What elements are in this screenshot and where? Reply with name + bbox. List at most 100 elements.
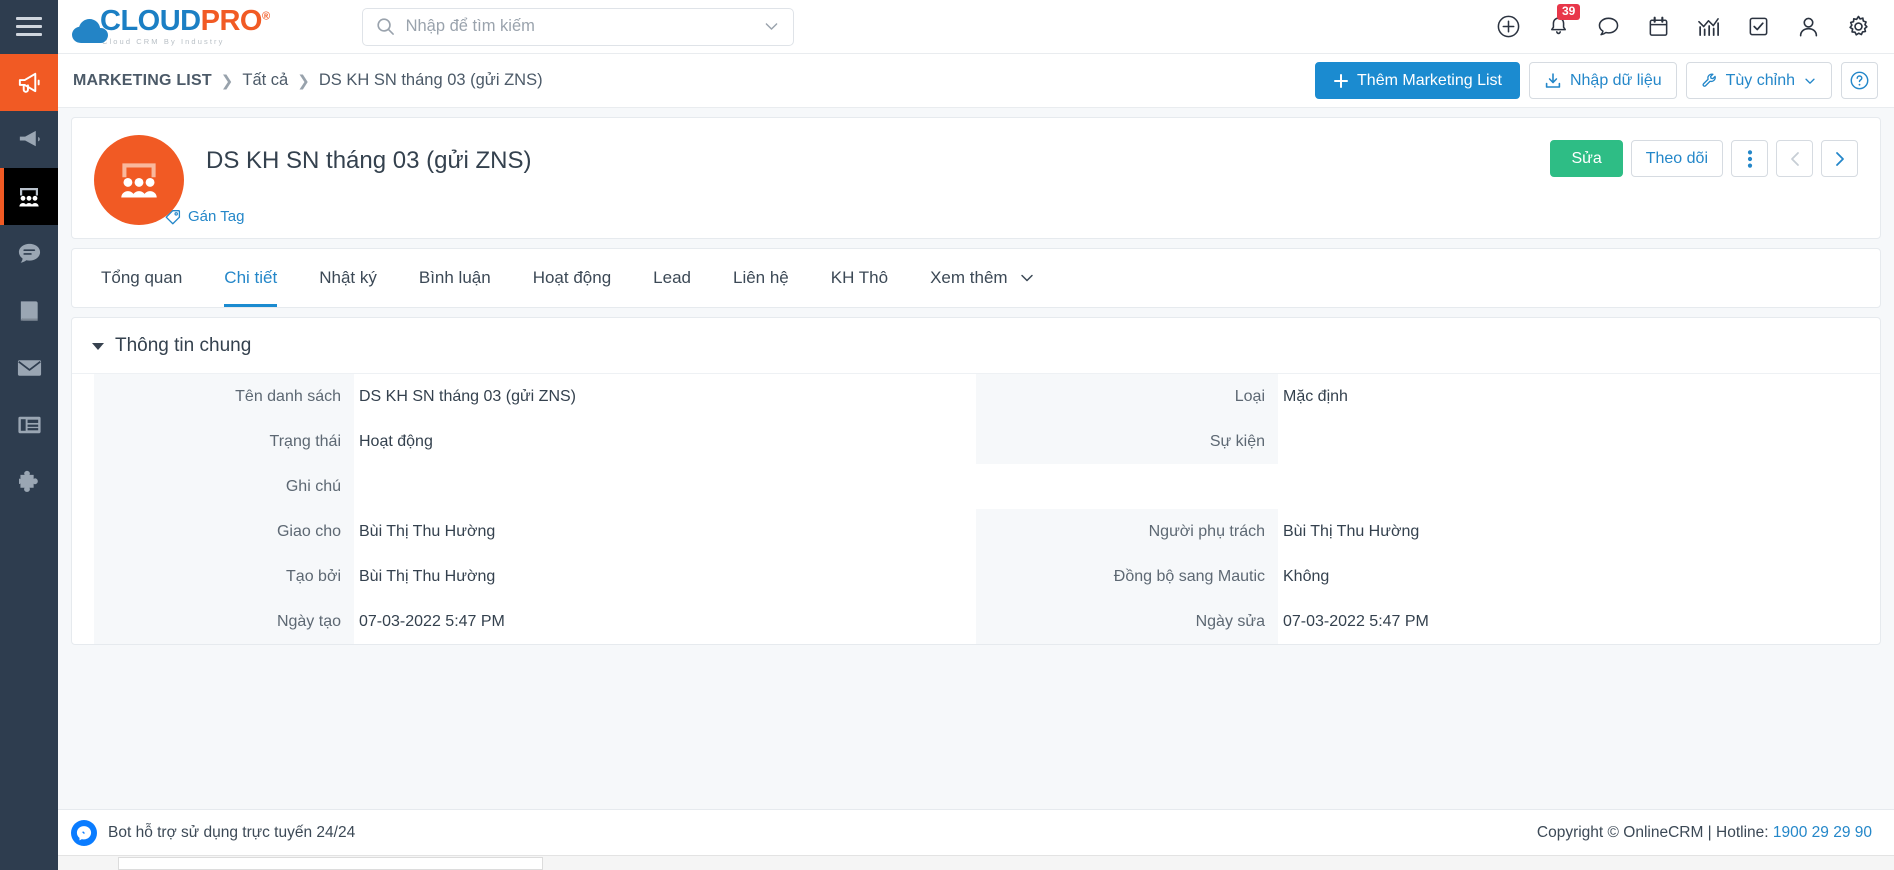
search-placeholder-text: Nhập để tìm kiếm <box>406 17 752 36</box>
wrench-icon <box>1701 72 1718 89</box>
sidebar-item-megaphone-active[interactable] <box>0 54 58 111</box>
vertical-dots-icon <box>1747 149 1753 169</box>
user-account-icon[interactable] <box>1794 13 1822 41</box>
chevron-right-icon <box>1832 150 1848 168</box>
footer-bar: Bot hỗ trợ sử dụng trực tuyến 24/24 Copy… <box>58 809 1894 855</box>
field-value: Bùi Thị Thu Hường <box>354 554 976 599</box>
bell-icon[interactable]: 39 <box>1544 13 1572 41</box>
hotline-number[interactable]: 1900 29 29 90 <box>1773 824 1872 841</box>
help-button[interactable] <box>1841 62 1878 99</box>
notification-badge-count: 39 <box>1557 4 1580 21</box>
assign-tag-link[interactable]: Gán Tag <box>165 208 244 225</box>
tab-xem-them[interactable]: Xem thêm <box>909 249 1055 307</box>
tab-lien-he[interactable]: Liên hệ <box>712 249 810 307</box>
calendar-icon[interactable] <box>1644 13 1672 41</box>
tab-chi-tiet[interactable]: Chi tiết <box>203 249 298 307</box>
follow-button-label: Theo dõi <box>1646 150 1708 168</box>
chevron-down-icon[interactable] <box>763 18 780 35</box>
scrollbar-track[interactable] <box>58 856 1894 870</box>
breadcrumb-root[interactable]: MARKETING LIST <box>73 72 212 90</box>
scrollbar-thumb[interactable] <box>118 857 543 870</box>
chevron-down-icon <box>1019 270 1035 286</box>
customize-button[interactable]: Tùy chỉnh <box>1686 62 1832 99</box>
section-header[interactable]: Thông tin chung <box>72 318 1880 374</box>
field-label: Ngày sửa <box>976 599 1278 644</box>
left-sidebar-rail <box>0 54 58 870</box>
field-label: Sự kiện <box>976 419 1278 464</box>
checkbox-task-icon[interactable] <box>1744 13 1772 41</box>
tab-label: Bình luận <box>419 268 491 288</box>
global-search-input[interactable]: Nhập để tìm kiếm <box>362 8 794 46</box>
field-label: Ngày tạo <box>94 599 354 644</box>
messenger-icon <box>71 820 97 846</box>
tab-label: Tổng quan <box>101 268 182 288</box>
field-value <box>354 464 976 509</box>
chat-lines-icon <box>16 241 43 266</box>
sidebar-item-integrations[interactable] <box>0 453 58 510</box>
field-labels-right: Loại Sự kiện Người phụ trách Đồng bộ san… <box>976 374 1278 644</box>
sidebar-item-mail[interactable] <box>0 339 58 396</box>
breadcrumb-item-all[interactable]: Tất cả <box>242 71 288 90</box>
tab-label: Nhật ký <box>319 268 377 288</box>
import-data-label: Nhập dữ liệu <box>1570 72 1662 90</box>
support-bot-link[interactable]: Bot hỗ trợ sử dụng trực tuyến 24/24 <box>71 820 355 846</box>
tab-binh-luan[interactable]: Bình luận <box>398 249 512 307</box>
tab-label: Hoạt động <box>533 268 611 288</box>
fields-grid: Tên danh sách Trạng thái Ghi chú Giao ch… <box>72 374 1880 644</box>
breadcrumb-separator-icon: ❯ <box>221 72 234 90</box>
next-record-button[interactable] <box>1821 140 1858 177</box>
field-value: 07-03-2022 5:47 PM <box>1278 599 1858 644</box>
gear-settings-icon[interactable] <box>1844 13 1872 41</box>
fields-right-column: Loại Sự kiện Người phụ trách Đồng bộ san… <box>976 374 1858 644</box>
add-circle-icon[interactable] <box>1494 13 1522 41</box>
logo-registered-mark: ® <box>262 10 270 22</box>
tabs-card: Tổng quan Chi tiết Nhật ký Bình luận Hoạ… <box>71 248 1881 308</box>
breadcrumb-separator-icon: ❯ <box>297 72 310 90</box>
add-marketing-list-button[interactable]: Thêm Marketing List <box>1315 62 1520 99</box>
field-value: 07-03-2022 5:47 PM <box>354 599 976 644</box>
tab-label: Liên hệ <box>733 268 789 288</box>
logo-wordmark: CLOUDPRO® <box>100 7 270 36</box>
tab-lead[interactable]: Lead <box>632 249 712 307</box>
edit-button[interactable]: Sửa <box>1550 140 1622 177</box>
tab-label: Xem thêm <box>930 268 1007 288</box>
chat-bubble-icon[interactable] <box>1594 13 1622 41</box>
sidebar-item-book[interactable] <box>0 282 58 339</box>
tab-nhat-ky[interactable]: Nhật ký <box>298 249 398 307</box>
field-label: Loại <box>976 374 1278 419</box>
horizontal-scrollbar[interactable] <box>58 855 1894 870</box>
download-import-icon <box>1544 72 1562 90</box>
tab-kh-tho[interactable]: KH Thô <box>810 249 909 307</box>
tab-hoat-dong[interactable]: Hoạt động <box>512 249 632 307</box>
field-values-right: Mặc định Bùi Thị Thu Hường Không 07-03-2… <box>1278 374 1858 644</box>
breadcrumb-actions: Thêm Marketing List Nhập dữ liệu Tùy chỉ… <box>1315 62 1878 99</box>
sidebar-item-megaphone[interactable] <box>0 111 58 168</box>
chevron-left-icon <box>1787 150 1803 168</box>
puzzle-piece-icon <box>16 468 43 495</box>
tab-tong-quan[interactable]: Tổng quan <box>80 249 203 307</box>
follow-button[interactable]: Theo dõi <box>1631 140 1723 177</box>
import-data-button[interactable]: Nhập dữ liệu <box>1529 62 1677 99</box>
analytics-chart-icon[interactable] <box>1694 13 1722 41</box>
newspaper-icon <box>16 413 43 437</box>
assign-tag-label: Gán Tag <box>188 208 244 225</box>
app-root: CLOUDPRO® Cloud CRM By Industry Nhập để … <box>0 0 1894 870</box>
record-actions: Sửa Theo dõi <box>1550 140 1858 177</box>
field-label: Trạng thái <box>94 419 354 464</box>
tab-label: KH Thô <box>831 268 888 288</box>
field-value: Bùi Thị Thu Hường <box>354 509 976 554</box>
breadcrumb: MARKETING LIST ❯ Tất cả ❯ DS KH SN tháng… <box>58 71 543 90</box>
previous-record-button[interactable] <box>1776 140 1813 177</box>
more-actions-button[interactable] <box>1731 140 1768 177</box>
envelope-icon <box>16 357 43 379</box>
field-label: Giao cho <box>94 509 354 554</box>
copyright-label: Copyright © OnlineCRM | Hotline: <box>1537 824 1773 841</box>
sidebar-item-audience[interactable] <box>0 168 58 225</box>
details-card: Thông tin chung Tên danh sách Trạng thái… <box>71 317 1881 645</box>
menu-toggle-button[interactable] <box>0 0 58 54</box>
sidebar-item-newspaper[interactable] <box>0 396 58 453</box>
breadcrumb-bar: MARKETING LIST ❯ Tất cả ❯ DS KH SN tháng… <box>58 54 1894 108</box>
caret-down-icon[interactable] <box>92 343 104 350</box>
app-logo[interactable]: CLOUDPRO® Cloud CRM By Industry <box>70 7 270 46</box>
sidebar-item-chat[interactable] <box>0 225 58 282</box>
